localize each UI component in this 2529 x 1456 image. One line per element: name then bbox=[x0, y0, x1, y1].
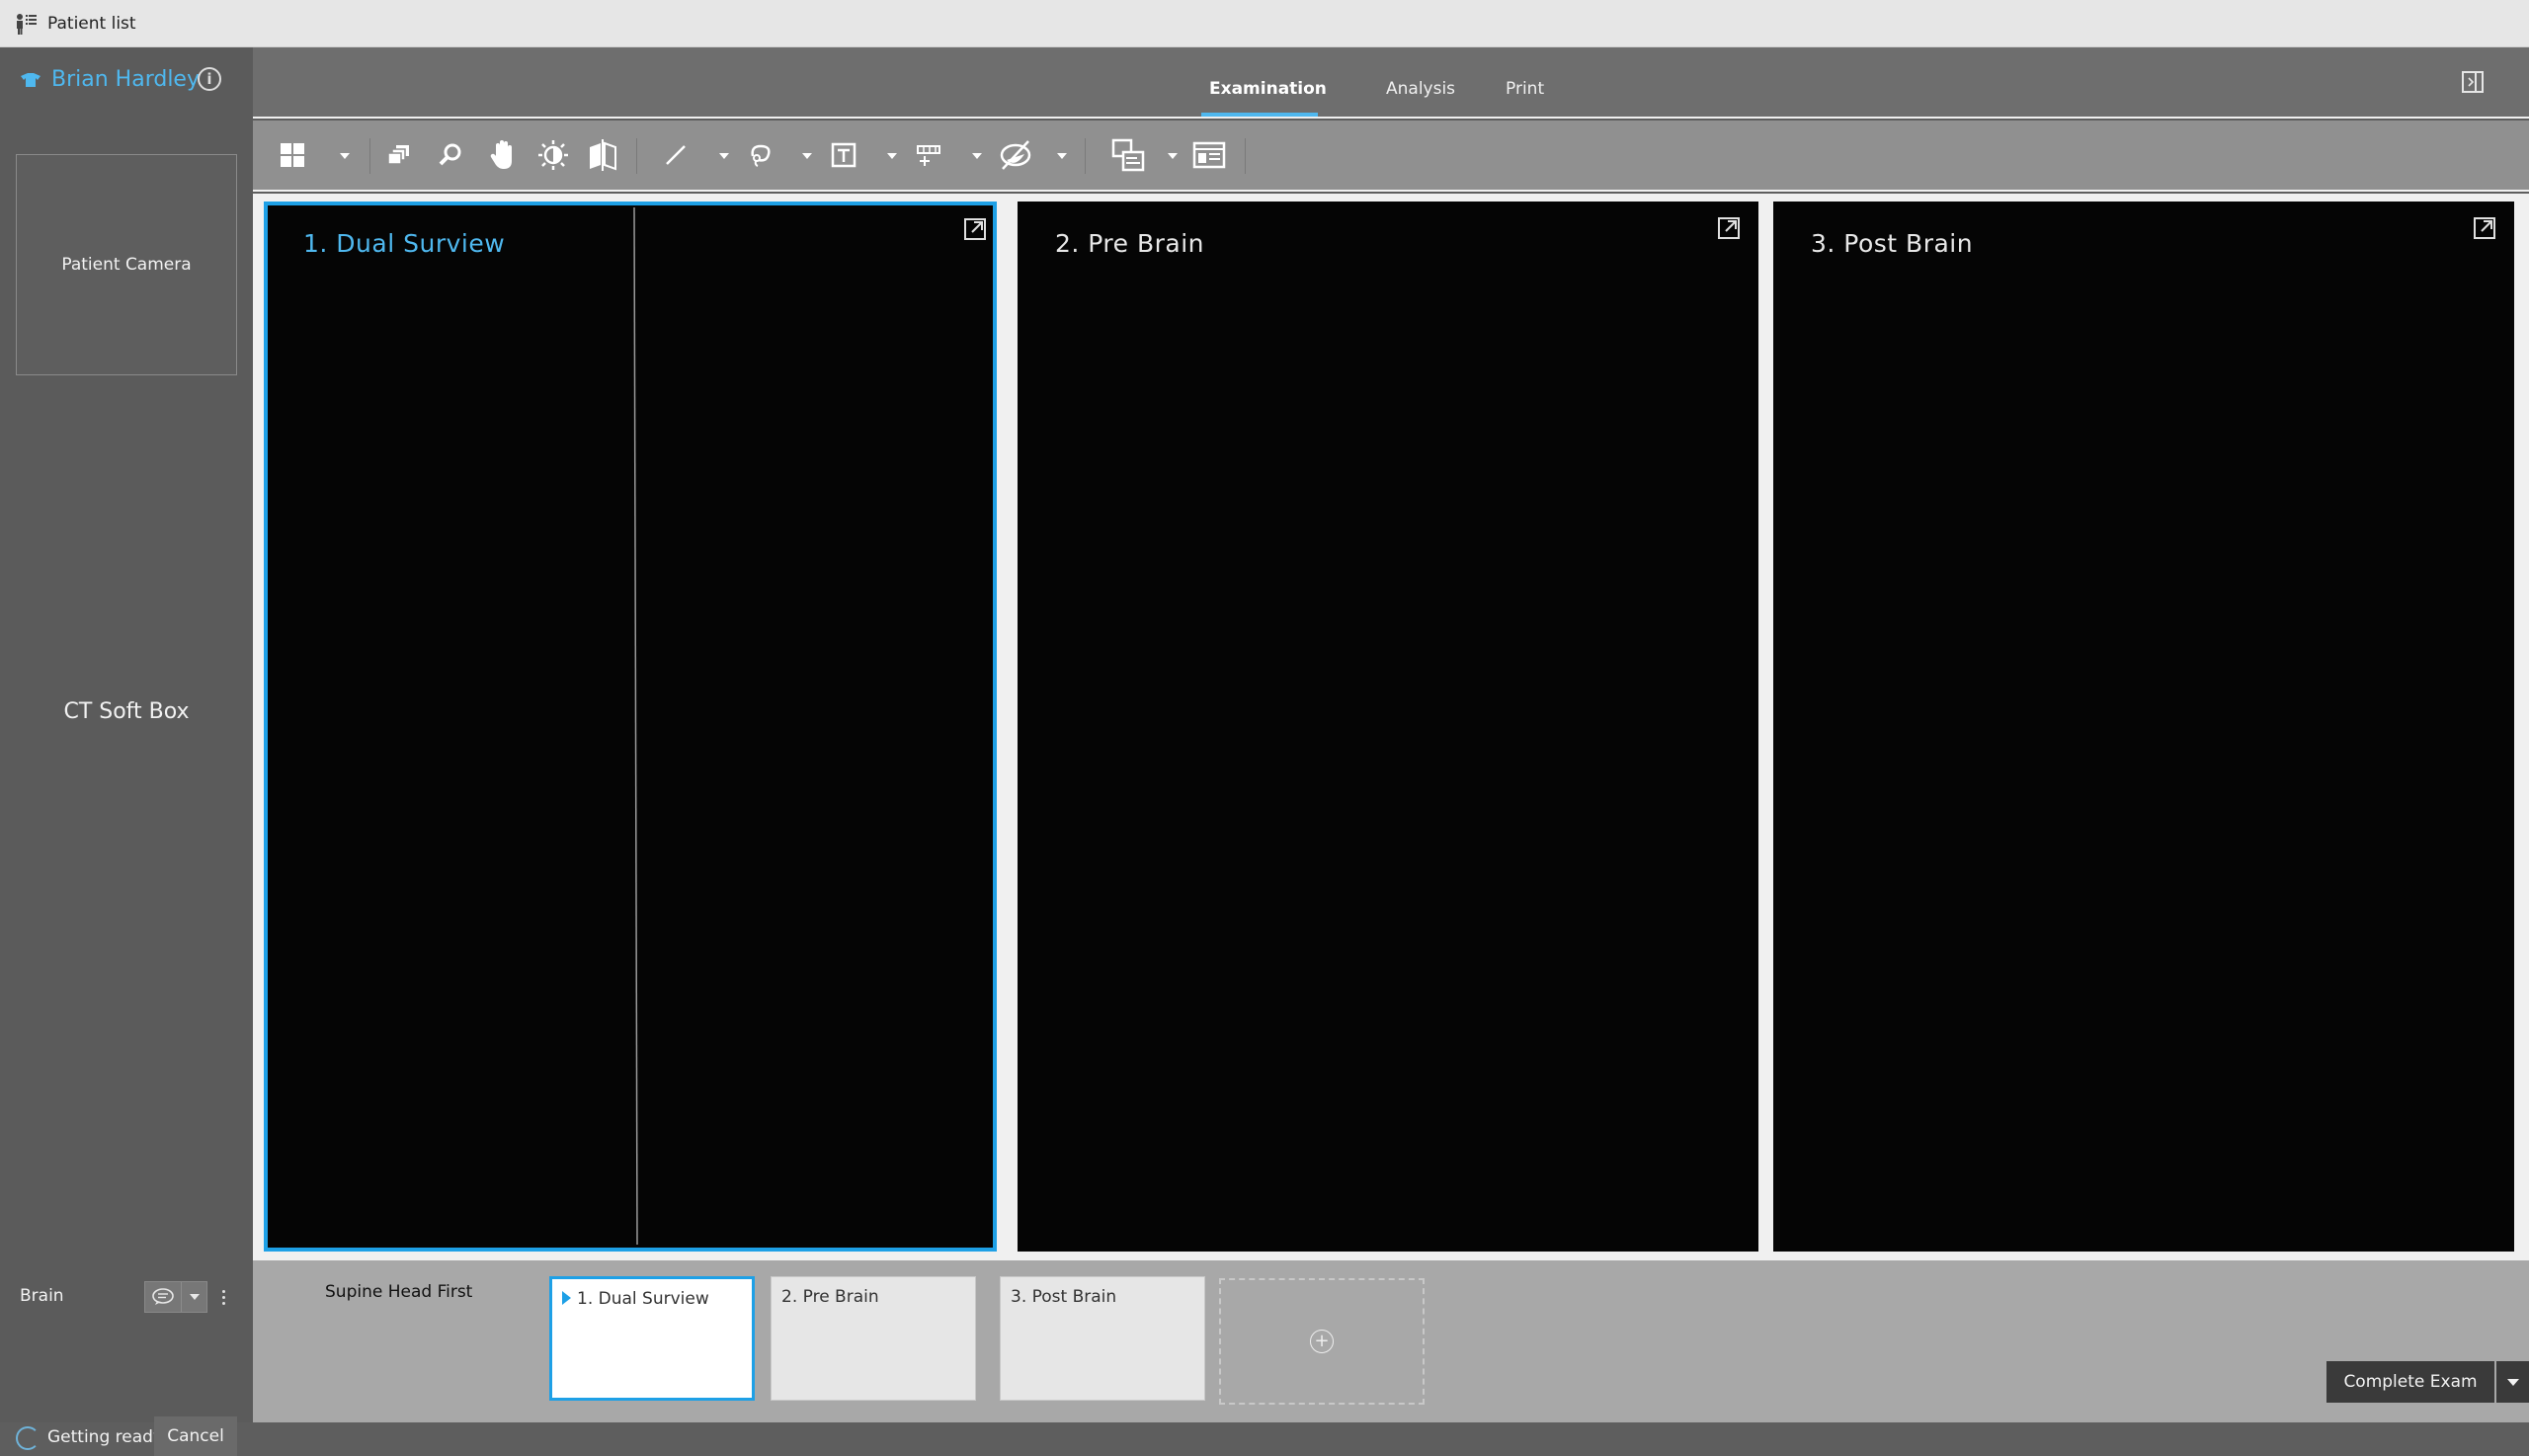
comment-icon bbox=[145, 1282, 182, 1312]
info-icon[interactable]: i bbox=[198, 67, 221, 91]
hide-annotations-icon[interactable] bbox=[996, 135, 1035, 175]
cancel-button[interactable]: Cancel bbox=[154, 1416, 237, 1456]
viewport-area: 1. Dual Surview 2. Pre Brain 3. Post Bra… bbox=[253, 194, 2529, 1260]
comment-button[interactable] bbox=[144, 1281, 207, 1313]
add-series-button[interactable]: + bbox=[1219, 1278, 1425, 1405]
patient-list-icon bbox=[17, 14, 37, 35]
more-options-icon[interactable] bbox=[219, 1284, 227, 1310]
protocol-label: CT Soft Box bbox=[63, 699, 190, 724]
patient-list-label: Patient list bbox=[47, 14, 136, 34]
exit-panel-icon[interactable] bbox=[2462, 71, 2484, 93]
roi-chevron-down-icon[interactable] bbox=[800, 150, 814, 162]
complete-exam-button[interactable]: Complete Exam bbox=[2326, 1361, 2494, 1403]
patient-name-label: Brian Hardley bbox=[51, 67, 200, 92]
hide-chevron-down-icon[interactable] bbox=[1055, 150, 1069, 162]
pan-hand-icon[interactable] bbox=[484, 135, 524, 175]
stack-icon[interactable] bbox=[379, 135, 419, 175]
patient-position-label: Supine Head First bbox=[325, 1282, 473, 1302]
patient-name[interactable]: Brian Hardley bbox=[20, 67, 200, 92]
loading-spinner-icon bbox=[16, 1426, 40, 1450]
play-icon bbox=[562, 1291, 571, 1305]
ruler-grid-icon[interactable] bbox=[909, 135, 948, 175]
series-card-label: 1. Dual Surview bbox=[577, 1289, 709, 1309]
patient-icon bbox=[21, 72, 41, 87]
complete-exam-chevron-down-icon[interactable] bbox=[2496, 1361, 2529, 1403]
add-icon: + bbox=[1310, 1330, 1334, 1353]
viewport-3[interactable]: 3. Post Brain bbox=[1773, 202, 2514, 1252]
toolbar-divider bbox=[369, 138, 370, 174]
top-bar: Patient list bbox=[0, 0, 2529, 47]
tab-examination[interactable]: Examination bbox=[1209, 79, 1327, 99]
text-chevron-down-icon[interactable] bbox=[885, 150, 899, 162]
patient-camera-label: Patient Camera bbox=[61, 255, 192, 275]
orientation-icon[interactable] bbox=[583, 135, 622, 175]
viewport-2[interactable]: 2. Pre Brain bbox=[1018, 202, 1758, 1252]
maximize-icon[interactable] bbox=[1718, 217, 1740, 239]
viewport-title: 3. Post Brain bbox=[1811, 229, 1974, 258]
series-card[interactable]: 3. Post Brain bbox=[1000, 1276, 1205, 1401]
tab-print[interactable]: Print bbox=[1506, 79, 1544, 99]
toolbar-divider bbox=[636, 138, 637, 174]
active-tab-indicator bbox=[1201, 113, 1318, 117]
compare-chevron-down-icon[interactable] bbox=[1166, 150, 1180, 162]
surview-divider-line bbox=[633, 206, 638, 1246]
series-card[interactable]: 1. Dual Surview bbox=[549, 1276, 755, 1401]
image-info-icon[interactable] bbox=[1189, 135, 1229, 175]
ruler-chevron-down-icon[interactable] bbox=[970, 150, 984, 162]
measure-line-icon[interactable] bbox=[656, 135, 695, 175]
text-annotation-icon[interactable] bbox=[824, 135, 863, 175]
toolbar bbox=[253, 121, 2529, 192]
toolbar-divider bbox=[1085, 138, 1086, 174]
series-card-label: 3. Post Brain bbox=[1011, 1287, 1117, 1307]
toolbar-divider bbox=[1245, 138, 1246, 174]
patient-camera[interactable]: Patient Camera bbox=[16, 154, 237, 375]
viewport-1[interactable]: 1. Dual Surview bbox=[264, 202, 997, 1252]
viewport-title: 2. Pre Brain bbox=[1055, 229, 1205, 258]
measure-chevron-down-icon[interactable] bbox=[717, 150, 731, 162]
series-card-label: 2. Pre Brain bbox=[781, 1287, 879, 1307]
compare-icon[interactable] bbox=[1108, 135, 1148, 175]
tab-strip: Examination Analysis Print bbox=[253, 47, 2529, 119]
tab-analysis[interactable]: Analysis bbox=[1386, 79, 1455, 99]
window-level-icon[interactable] bbox=[533, 135, 573, 175]
maximize-icon[interactable] bbox=[2474, 217, 2495, 239]
left-panel: Brian Hardley i Patient Camera CT Soft B… bbox=[0, 47, 253, 1456]
layout-chevron-down-icon[interactable] bbox=[338, 150, 352, 162]
series-card[interactable]: 2. Pre Brain bbox=[771, 1276, 976, 1401]
status-text: Getting ready bbox=[47, 1427, 163, 1447]
chevron-down-icon[interactable] bbox=[182, 1294, 206, 1300]
patient-list-button[interactable]: Patient list bbox=[14, 10, 136, 38]
layout-grid-icon[interactable] bbox=[273, 135, 312, 175]
region-label: Brain bbox=[20, 1286, 64, 1306]
roi-icon[interactable] bbox=[741, 135, 780, 175]
maximize-icon[interactable] bbox=[964, 218, 986, 240]
zoom-icon[interactable] bbox=[431, 135, 470, 175]
series-strip: Supine Head First 1. Dual Surview 2. Pre… bbox=[253, 1260, 2529, 1422]
